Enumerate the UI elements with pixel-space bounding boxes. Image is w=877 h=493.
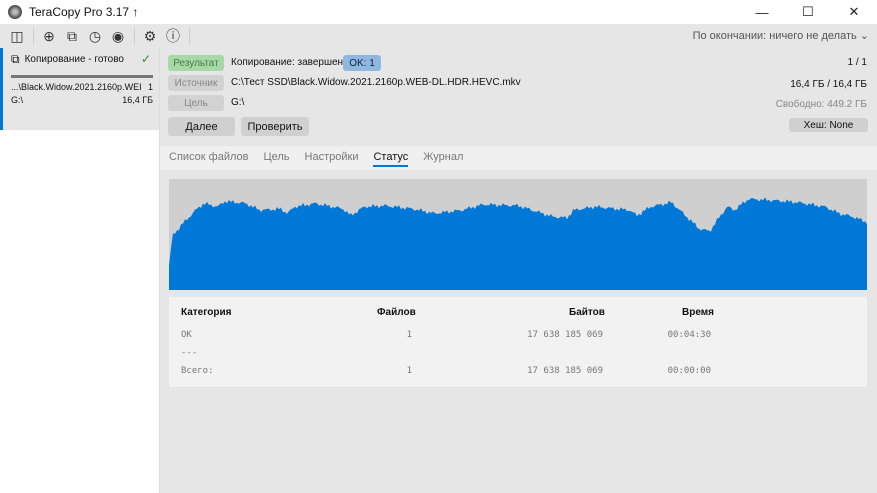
target-label: Цель xyxy=(168,95,224,111)
speed-graph xyxy=(169,179,867,290)
hash-button[interactable]: Хеш: None xyxy=(789,118,868,132)
copy-icon[interactable]: ⧉ xyxy=(61,25,83,47)
next-button[interactable]: Далее xyxy=(168,117,235,136)
header-time: Время xyxy=(682,307,714,318)
table-cell: 1 xyxy=(406,366,412,376)
app-icon xyxy=(8,5,22,19)
tab-2[interactable]: Настройки xyxy=(305,146,359,170)
job-progress-bar xyxy=(11,75,153,78)
table-cell: OK xyxy=(181,330,192,340)
stats-table: Категория Файлов Байтов Время OK 1 17 638 … xyxy=(169,297,867,387)
free-space: Свободно: 449.2 ГБ xyxy=(775,99,867,110)
close-button[interactable]: ✕ xyxy=(831,0,877,24)
table-cell: Всего: xyxy=(181,366,214,376)
verify-button[interactable]: Проверить xyxy=(241,117,309,136)
file-counter: 1 / 1 xyxy=(847,57,867,68)
after-completion-dropdown[interactable]: По окончании: ничего не делать ⌄ xyxy=(693,29,869,42)
gear-icon[interactable]: ⚙ xyxy=(139,25,161,47)
tab-4[interactable]: Журнал xyxy=(423,146,463,170)
minimize-button[interactable]: — xyxy=(739,0,785,24)
job-file: ...\Black.Widow.2021.2160p.WEI xyxy=(11,82,142,92)
copy-icon: ⧉ xyxy=(11,52,20,66)
result-label: Результат xyxy=(168,55,224,71)
info-icon[interactable]: ⓘ xyxy=(162,25,184,47)
job-count: 1 xyxy=(147,82,153,92)
target-value: G:\ xyxy=(231,97,245,108)
tab-3[interactable]: Статус xyxy=(373,146,409,167)
job-size: 16,4 ГБ xyxy=(122,95,153,105)
tab-1[interactable]: Цель xyxy=(263,146,289,170)
ok-badge[interactable]: OK: 1 xyxy=(343,55,381,71)
title-bar: TeraCopy Pro 3.17 ↑ — ☐ ✕ xyxy=(0,0,877,24)
job-target: G:\ xyxy=(11,95,24,105)
table-cell: 17 638 185 069 xyxy=(527,366,603,376)
tab-0[interactable]: Список файлов xyxy=(169,146,248,170)
table-cell: --- xyxy=(181,348,198,358)
window-title: TeraCopy Pro 3.17 ↑ xyxy=(29,5,139,19)
size-value: 16,4 ГБ / 16,4 ГБ xyxy=(790,79,867,90)
source-label: Источник xyxy=(168,75,224,91)
header-bytes: Байтов xyxy=(569,307,605,318)
result-value: Копирование: завершено xyxy=(231,57,349,68)
job-sidebar: ⧉ Копирование - готово ✓ ...\Black.Widow.… xyxy=(0,48,160,493)
header-files: Файлов xyxy=(377,307,416,318)
check-icon: ✓ xyxy=(140,52,151,66)
main-panel: Результат Копирование: завершено OK: 1 1… xyxy=(160,48,877,493)
user-icon[interactable]: ◉ xyxy=(107,25,129,47)
table-cell: 17 638 185 069 xyxy=(527,330,603,340)
source-value: C:\Тест SSD\Black.Widow.2021.2160p.WEB-D… xyxy=(231,77,521,88)
table-cell: 00:00:00 xyxy=(667,366,711,376)
table-cell: 1 xyxy=(406,330,412,340)
history-icon[interactable]: ◷ xyxy=(84,25,106,47)
header-category: Категория xyxy=(181,307,232,318)
speed-area xyxy=(169,197,867,290)
job-title: Копирование - готово xyxy=(24,54,124,65)
sidebar-icon[interactable]: ◫ xyxy=(6,25,28,47)
maximize-button[interactable]: ☐ xyxy=(785,0,831,24)
add-icon[interactable]: ⊕ xyxy=(38,25,60,47)
tab-bar: Список файлов Цель Настройки Статус Журнал xyxy=(160,146,877,170)
table-cell: 00:04:30 xyxy=(667,330,711,340)
job-item[interactable]: ⧉ Копирование - готово ✓ ...\Black.Widow.… xyxy=(0,48,159,130)
toolbar: ◫ ⊕ ⧉ ◷ ◉ ⚙ ⓘ По окончании: ничего не де… xyxy=(0,24,877,48)
